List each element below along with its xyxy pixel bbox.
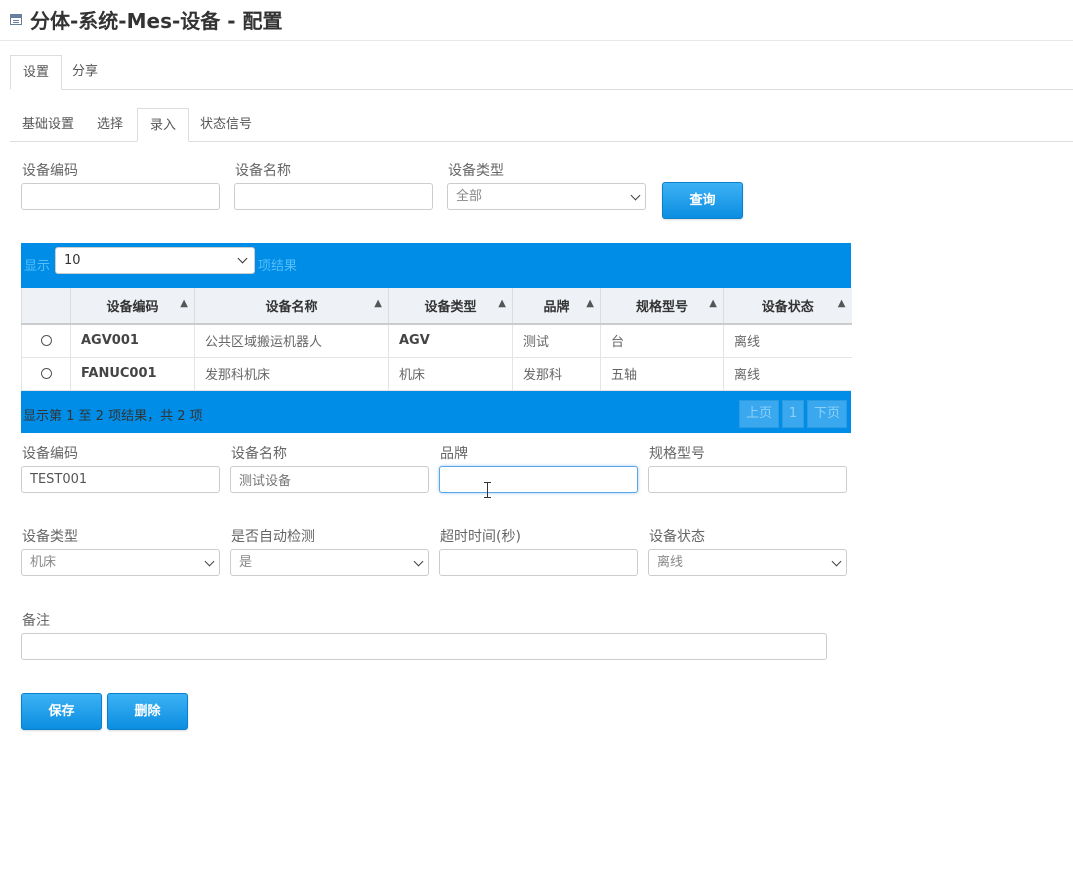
cell-code: AGV001	[70, 324, 195, 358]
form-code-input[interactable]	[21, 466, 220, 493]
form-name-label: 设备名称	[231, 446, 287, 462]
form-auto-value: 是	[239, 555, 253, 570]
results-panel: 显示 10 项结果 设备编码 ▲ 设备名称 ▲ 设备类型 ▲ 品牌 ▲ 规格型号 ▲ 设备…	[21, 243, 852, 433]
text-cursor-icon	[484, 482, 491, 498]
filter-name-label: 设备名称	[235, 163, 291, 179]
col-spec[interactable]: 规格型号 ▲	[600, 288, 724, 325]
row-radio[interactable]	[40, 335, 52, 347]
delete-button[interactable]: 删除	[107, 693, 188, 730]
row-radio-cell[interactable]	[21, 324, 71, 358]
show-prefix: 显示	[24, 259, 51, 274]
cell-type: 机床	[388, 357, 513, 391]
col-code[interactable]: 设备编码 ▲	[70, 288, 195, 325]
filter-code-label: 设备编码	[22, 163, 78, 179]
tab-share[interactable]: 分享	[60, 55, 110, 89]
sort-icon: ▲	[586, 298, 594, 309]
pager-next[interactable]: 下页	[807, 400, 847, 428]
chevron-down-icon	[831, 556, 842, 567]
chevron-down-icon	[413, 556, 424, 567]
filter-type-select[interactable]: 全部	[447, 183, 646, 210]
col-select	[21, 288, 71, 325]
save-button[interactable]: 保存	[21, 693, 102, 730]
col-brand[interactable]: 品牌 ▲	[512, 288, 601, 325]
sort-icon: ▲	[180, 298, 188, 309]
sort-icon: ▲	[709, 298, 717, 309]
cell-status: 离线	[723, 357, 852, 391]
cell-spec: 五轴	[600, 357, 724, 391]
form-status-label: 设备状态	[649, 529, 705, 545]
equipment-table: 设备编码 ▲ 设备名称 ▲ 设备类型 ▲ 品牌 ▲ 规格型号 ▲ 设备状态 ▲ AGV001…	[21, 288, 852, 391]
cell-name: 公共区域搬运机器人	[194, 324, 389, 358]
tab-settings[interactable]: 设置	[10, 55, 63, 90]
form-type-select[interactable]: 机床	[21, 549, 220, 576]
filter-code-input[interactable]	[21, 183, 220, 210]
cell-name: 发那科机床	[194, 357, 389, 391]
filter-type-value: 全部	[456, 189, 483, 204]
form-type-label: 设备类型	[22, 529, 78, 545]
cell-brand: 发那科	[512, 357, 601, 391]
col-name[interactable]: 设备名称 ▲	[194, 288, 389, 325]
cell-spec: 台	[600, 324, 724, 358]
window-icon	[10, 14, 22, 25]
sort-icon: ▲	[837, 298, 846, 309]
tab-basic-settings[interactable]: 基础设置	[10, 108, 86, 141]
filter-type-label: 设备类型	[448, 163, 504, 179]
form-auto-select[interactable]: 是	[230, 549, 429, 576]
pager-page-1[interactable]: 1	[782, 400, 804, 428]
form-status-value: 离线	[657, 555, 684, 570]
sub-tabs: 基础设置 选择 录入 状态信号	[10, 108, 1073, 142]
cell-brand: 测试	[512, 324, 601, 358]
show-suffix: 项结果	[258, 259, 298, 274]
form-spec-label: 规格型号	[649, 446, 705, 462]
form-timeout-input[interactable]	[439, 549, 638, 576]
col-type[interactable]: 设备类型 ▲	[388, 288, 513, 325]
form-status-select[interactable]: 离线	[648, 549, 847, 576]
page-length-select[interactable]: 10	[55, 247, 255, 274]
table-info: 显示第 1 至 2 项结果，共 2 项	[23, 409, 203, 424]
cell-code: FANUC001	[70, 357, 195, 391]
tab-entry[interactable]: 录入	[137, 108, 190, 142]
form-timeout-label: 超时时间(秒)	[440, 529, 521, 545]
chevron-down-icon	[630, 190, 641, 201]
main-tabs: 设置 分享	[10, 55, 1073, 90]
form-auto-label: 是否自动检测	[231, 529, 315, 545]
form-type-value: 机床	[30, 555, 57, 570]
pager-prev[interactable]: 上页	[739, 400, 779, 428]
table-row[interactable]: FANUC001 发那科机床 机床 发那科 五轴 离线	[21, 357, 852, 391]
query-button[interactable]: 查询	[662, 182, 743, 219]
page-length-value: 10	[64, 253, 81, 268]
row-radio[interactable]	[40, 368, 52, 379]
table-header-row: 设备编码 ▲ 设备名称 ▲ 设备类型 ▲ 品牌 ▲ 规格型号 ▲ 设备状态 ▲	[21, 288, 852, 325]
tab-select[interactable]: 选择	[85, 108, 135, 141]
form-remark-label: 备注	[22, 613, 50, 629]
page-header: 分体-系统-Mes-设备 - 配置	[0, 0, 1073, 41]
form-spec-input[interactable]	[648, 466, 847, 493]
col-status[interactable]: 设备状态 ▲	[723, 288, 852, 325]
cell-status: 离线	[723, 324, 852, 358]
form-remark-input[interactable]	[21, 633, 827, 660]
form-code-label: 设备编码	[22, 446, 78, 462]
sort-icon: ▲	[498, 298, 506, 309]
form-brand-label: 品牌	[440, 446, 468, 462]
page-title: 分体-系统-Mes-设备 - 配置	[30, 9, 283, 33]
filter-name-input[interactable]	[234, 183, 433, 210]
chevron-down-icon	[237, 253, 248, 264]
form-name-input[interactable]	[230, 466, 429, 493]
cell-type: AGV	[388, 324, 513, 358]
form-brand-input[interactable]	[439, 466, 638, 493]
tab-status-signal[interactable]: 状态信号	[188, 108, 264, 141]
sort-icon: ▲	[374, 298, 382, 309]
row-radio-cell[interactable]	[21, 357, 71, 391]
chevron-down-icon	[204, 556, 215, 567]
table-row[interactable]: AGV001 公共区域搬运机器人 AGV 测试 台 离线	[21, 324, 852, 358]
